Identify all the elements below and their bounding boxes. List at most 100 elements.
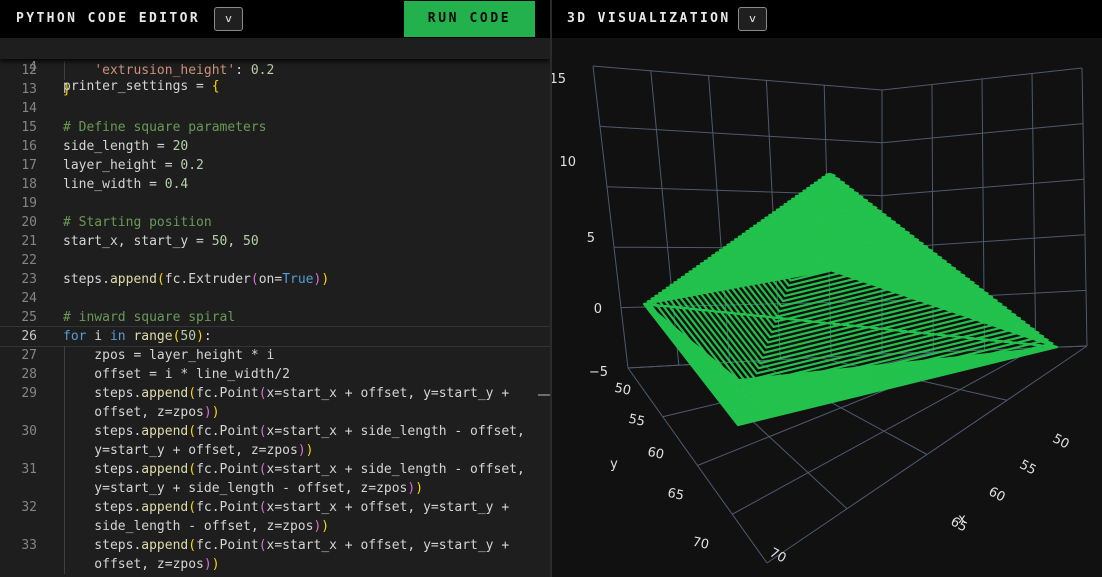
- code-token: steps.: [63, 538, 142, 553]
- x-tick-label: 55: [1017, 457, 1039, 478]
- code-token: line_width: [63, 177, 142, 192]
- grid-line: [1031, 73, 1037, 349]
- z-tick-label: 10: [559, 155, 576, 170]
- editor-header: PYTHON CODE EDITOR v RUN CODE: [0, 0, 550, 38]
- x-tick-label: 60: [986, 484, 1008, 505]
- code-token: i: [86, 329, 110, 344]
- line-code: offset, z=zpos)): [63, 403, 220, 422]
- z-tick-label: 5: [587, 231, 595, 246]
- line-number: 15: [21, 120, 37, 135]
- code-token: ): [211, 405, 220, 420]
- line-number: 26: [21, 329, 37, 344]
- code-line[interactable]: 26 for i in range(50):: [0, 326, 550, 347]
- y-tick-label: 60: [646, 445, 665, 463]
- line-code: y=start_y + offset, z=zpos)): [63, 441, 313, 460]
- y-tick-label: 50: [613, 381, 632, 399]
- code-token: append: [141, 538, 189, 553]
- line-number: 4: [29, 60, 37, 75]
- viz-dropdown-button[interactable]: v: [738, 7, 767, 31]
- code-token: append: [141, 386, 189, 401]
- code-token: ): [203, 557, 212, 572]
- code-token: ): [305, 443, 314, 458]
- y-axis-label: y: [610, 457, 618, 472]
- code-token: (: [188, 538, 197, 553]
- grid-line: [1081, 67, 1088, 347]
- code-token: x=start_x + side_length - offset,: [266, 424, 525, 439]
- code-token: ): [297, 443, 306, 458]
- line-code: side_length - offset, z=zpos)): [63, 517, 329, 536]
- line-code: steps.append(fc.Point(x=start_x + offset…: [63, 384, 509, 403]
- code-token: zpos = layer_height * i: [63, 348, 275, 363]
- code-token: ): [203, 405, 212, 420]
- line-code: steps.append(fc.Point(x=start_x + side_l…: [63, 460, 525, 479]
- code-token: start_x, start_y: [63, 234, 189, 249]
- y-tick-label: 55: [627, 412, 646, 430]
- code-token: append: [141, 500, 189, 515]
- grid-line: [592, 65, 883, 91]
- code-token: x=start_x + offset, y=start_y +: [266, 500, 510, 515]
- code-token: 0.2: [180, 158, 204, 173]
- code-token: (: [258, 386, 267, 401]
- code-token: in: [109, 329, 126, 344]
- code-token: offset, z=zpos: [63, 557, 204, 572]
- viz-canvas[interactable]: 15 10 5 0 −5 50 55 60 65 70 50 55 60 65 70 x y: [552, 38, 1102, 577]
- code-token: ): [321, 519, 330, 534]
- x-tick-label: 70: [767, 545, 789, 566]
- line-code: offset, z=zpos)): [63, 555, 219, 574]
- code-token: fc.: [164, 272, 189, 287]
- line-code: steps.append(fc.Extruder(on=True)): [63, 270, 329, 289]
- line-code: for i in range(50):: [63, 327, 212, 346]
- code-token: # Define square parameters: [63, 120, 267, 135]
- code-token: ): [196, 329, 204, 344]
- sticky-scroll-header[interactable]: 4 printer_settings = {: [0, 38, 550, 94]
- line-code: side_length = 20: [63, 137, 188, 156]
- code-token: # inward square spiral: [63, 310, 236, 325]
- line-number: 21: [21, 234, 37, 249]
- grid-line: [599, 125, 883, 144]
- code-token: append: [109, 272, 157, 287]
- code-token: steps.: [63, 272, 110, 287]
- code-token: x=start_x + offset, y=start_y +: [266, 538, 510, 553]
- code-editor[interactable]: 4 printer_settings = { 12 'extrusion_hei…: [0, 38, 550, 577]
- plot-3d[interactable]: 151050−550556065705055606570xy: [552, 38, 1102, 577]
- code-token: fc.Point: [196, 500, 259, 515]
- code-token: layer_height: [63, 158, 157, 173]
- code-token: (: [188, 386, 197, 401]
- z-tick-label: 15: [552, 72, 566, 87]
- code-token: fc.Point: [196, 462, 259, 477]
- viz-title: 3D VISUALIZATION: [567, 11, 731, 26]
- code-token: range: [133, 329, 173, 344]
- viz-header: 3D VISUALIZATION v: [552, 0, 1102, 38]
- editor-title: PYTHON CODE EDITOR: [16, 11, 201, 26]
- code-token: =: [149, 139, 173, 154]
- code-token: ): [415, 481, 424, 496]
- line-number: 16: [21, 139, 37, 154]
- code-token: (: [250, 272, 259, 287]
- code-token: :: [203, 329, 212, 344]
- line-code: start_x, start_y = 50, 50: [63, 232, 259, 251]
- line-code: # Starting position: [63, 213, 212, 232]
- y-tick-label: 70: [691, 535, 710, 553]
- run-code-button[interactable]: RUN CODE: [404, 1, 535, 37]
- line-number: 22: [21, 253, 37, 268]
- line-number: 32: [21, 500, 37, 515]
- scrollbar-marker[interactable]: [538, 394, 550, 396]
- x-tick-label: 50: [1050, 431, 1072, 452]
- line-number: 27: [21, 348, 37, 363]
- line-number: 19: [21, 196, 37, 211]
- line-number: 28: [21, 367, 37, 382]
- code-token: 0.4: [164, 177, 189, 192]
- toolpath-layer: [825, 172, 836, 179]
- line-code: printer_settings = {: [63, 77, 220, 96]
- code-token: side_length - offset, z=zpos: [63, 519, 314, 534]
- code-token: 50: [180, 329, 197, 344]
- code-token: (: [258, 424, 267, 439]
- line-code: # Define square parameters: [63, 118, 267, 137]
- z-tick-label: 0: [594, 302, 602, 317]
- code-token: (: [188, 424, 197, 439]
- code-token: (: [258, 500, 267, 515]
- code-token: 50: [211, 234, 228, 249]
- line-code: steps.append(fc.Point(x=start_x + offset…: [63, 498, 509, 517]
- editor-dropdown-button[interactable]: v: [214, 7, 243, 31]
- x-axis-label: x: [958, 512, 966, 527]
